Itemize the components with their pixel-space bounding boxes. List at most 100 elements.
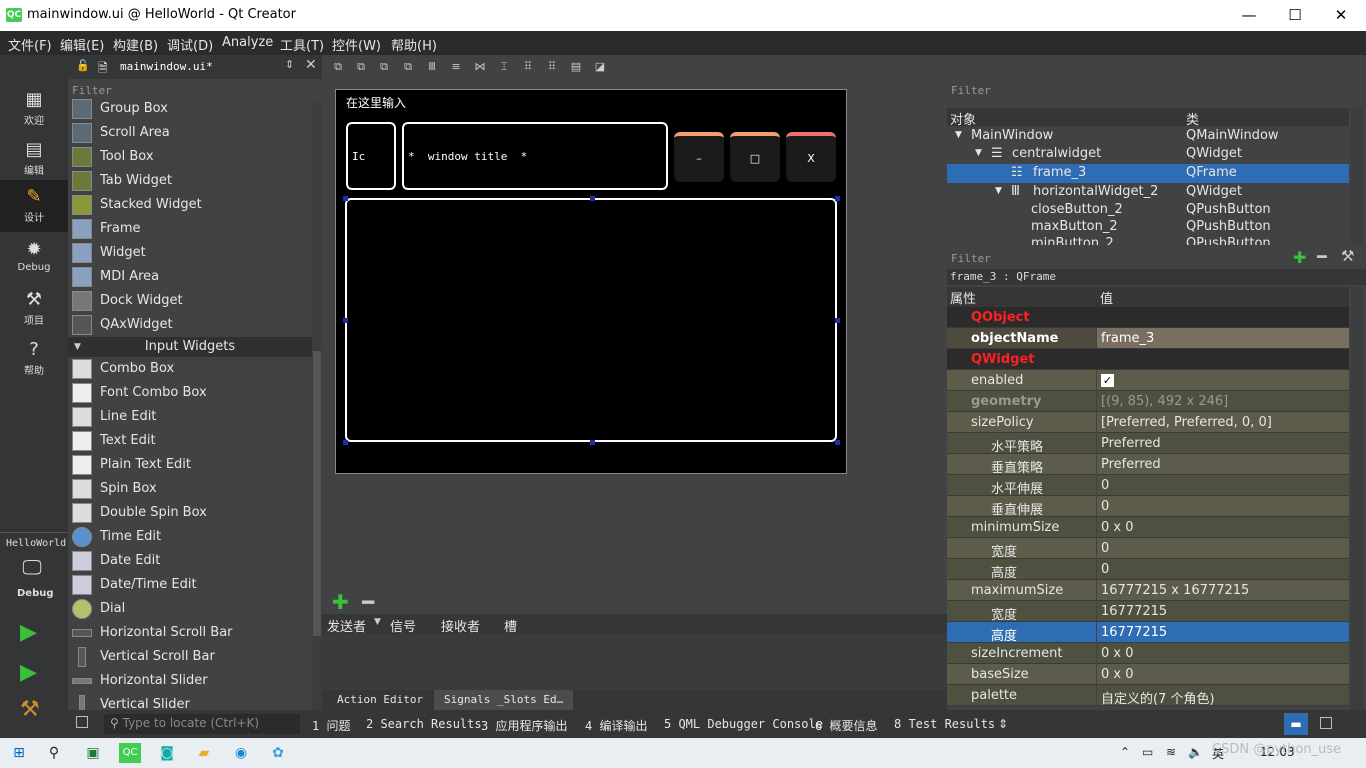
tree-row-frame-3[interactable]: ☷ frame_3 QFrame: [947, 164, 1349, 183]
close-file-icon[interactable]: ✕: [305, 57, 317, 73]
header-property[interactable]: 属性: [950, 288, 976, 307]
widget-item-spin-box[interactable]: Spin Box: [68, 477, 312, 501]
layout-vsplitter-icon[interactable]: ⌶: [496, 59, 512, 75]
widget-item-scroll-area[interactable]: Scroll Area: [68, 121, 312, 145]
tray-arrow-icon[interactable]: ⌃: [1120, 745, 1130, 759]
widget-item-mdi-area[interactable]: MDI Area: [68, 265, 312, 289]
menu-widgets[interactable]: 控件(W): [332, 35, 381, 54]
frame-3[interactable]: [345, 198, 837, 442]
tree-row-horizontalwidget-2[interactable]: ▼ ⅢhorizontalWidget_2 QWidget: [947, 183, 1349, 202]
debug-run-icon[interactable]: ▶: [20, 660, 37, 685]
mode-design[interactable]: ✎ 设计: [0, 180, 68, 232]
qt-creator-taskbar-icon[interactable]: QC: [119, 743, 141, 763]
widget-item-group-box[interactable]: Group Box: [68, 97, 312, 121]
tab-action-editor[interactable]: Action Editor: [327, 690, 433, 710]
remove-icon[interactable]: ━: [362, 590, 374, 614]
menu-placeholder[interactable]: 在这里输入: [346, 94, 406, 111]
header-value[interactable]: 值: [1100, 288, 1113, 307]
widget-item-datetime-edit[interactable]: Date/Time Edit: [68, 573, 312, 597]
icon-label-frame[interactable]: Ic: [346, 122, 396, 190]
prop-minimumsize[interactable]: ▼minimumSize0 x 0: [947, 517, 1349, 538]
resize-handle[interactable]: [343, 318, 348, 323]
toggle-output-icon[interactable]: ▬: [1284, 713, 1308, 735]
scrollbar-thumb[interactable]: [313, 351, 321, 636]
pane-general-messages[interactable]: 6 概要信息: [815, 717, 877, 734]
widget-item-tab-widget[interactable]: Tab Widget: [68, 169, 312, 193]
property-value[interactable]: ✓: [1097, 370, 1349, 391]
property-scrollbar[interactable]: [1351, 287, 1363, 710]
pane-qml-debugger[interactable]: 5 QML Debugger Console: [664, 717, 823, 731]
file-explorer-icon[interactable]: ▰: [193, 743, 215, 763]
resize-handle[interactable]: [590, 440, 595, 445]
property-value[interactable]: 0 x 0: [1097, 517, 1349, 538]
widget-item-dial[interactable]: Dial: [68, 597, 312, 621]
header-class[interactable]: 类: [1186, 109, 1199, 128]
prop-hpolicy[interactable]: 水平策略 Preferred: [947, 433, 1349, 455]
pane-compile-output[interactable]: 4 编译输出: [585, 717, 647, 734]
close-window-button[interactable]: ✕: [1318, 0, 1364, 31]
property-value[interactable]: 0: [1097, 559, 1349, 580]
break-layout-icon[interactable]: ▤: [568, 59, 584, 75]
widget-item-font-combo-box[interactable]: Font Combo Box: [68, 381, 312, 405]
property-value[interactable]: 0 x 0: [1097, 664, 1349, 685]
prop-enabled[interactable]: enabled ✓: [947, 370, 1349, 391]
menu-file[interactable]: 文件(F): [8, 35, 52, 54]
resize-handle[interactable]: [835, 196, 840, 201]
mode-welcome[interactable]: ▦ 欢迎: [0, 83, 68, 133]
excel-icon[interactable]: ▣: [82, 743, 104, 763]
add-property-icon[interactable]: ✚: [1293, 248, 1306, 267]
layout-horizontal-icon[interactable]: Ⅲ: [424, 59, 440, 75]
widget-item-qaxwidget[interactable]: QAxWidget: [68, 313, 312, 337]
prop-hstretch[interactable]: 水平伸展 0: [947, 475, 1349, 497]
widget-item-horizontal-slider[interactable]: Horizontal Slider: [68, 669, 312, 693]
property-value[interactable]: 16777215: [1097, 622, 1349, 643]
pane-test-results[interactable]: 8 Test Results: [894, 717, 995, 731]
header-slot[interactable]: 槽: [504, 616, 517, 635]
widget-item-text-edit[interactable]: Text Edit: [68, 429, 312, 453]
add-icon[interactable]: ✚: [332, 590, 349, 614]
window-title-frame[interactable]: * window title *: [402, 122, 668, 190]
menu-debug[interactable]: 调试(D): [167, 35, 213, 54]
object-inspector-scrollbar[interactable]: [1351, 108, 1363, 245]
form-max-button[interactable]: □: [730, 132, 780, 182]
menu-build[interactable]: 构建(B): [113, 35, 158, 54]
build-hammer-icon[interactable]: ⚒: [20, 697, 40, 722]
prop-geometry[interactable]: ▶geometry[(9, 85), 492 x 246]: [947, 391, 1349, 412]
resize-handle[interactable]: [835, 318, 840, 323]
resize-handle[interactable]: [343, 440, 348, 445]
prop-category-qobject[interactable]: ▼QObject: [947, 307, 1349, 328]
mode-debug[interactable]: ✹ Debug: [0, 233, 68, 283]
lock-icon[interactable]: 🔓: [76, 59, 90, 72]
property-value[interactable]: [Preferred, Preferred, 0, 0]: [1097, 412, 1349, 433]
tree-row-centralwidget[interactable]: ▼ ☰ centralwidget QWidget: [947, 145, 1349, 164]
monitor-icon[interactable]: 🖵: [18, 555, 46, 579]
app-icon[interactable]: ✿: [267, 743, 289, 763]
prop-palette[interactable]: palette 自定义的(7 个角色): [947, 685, 1349, 707]
object-filter-input[interactable]: Filter: [947, 80, 1366, 100]
prop-max-width[interactable]: 宽度 16777215: [947, 601, 1349, 623]
prop-vstretch[interactable]: 垂直伸展 0: [947, 496, 1349, 518]
checkbox-checked[interactable]: ✓: [1101, 374, 1114, 387]
main-window-form[interactable]: 在这里输入 Ic * window title * – □ X: [335, 89, 847, 474]
prop-min-width[interactable]: 宽度 0: [947, 538, 1349, 560]
prop-sizepolicy[interactable]: ▼sizePolicy[Preferred, Preferred, 0, 0]: [947, 412, 1349, 433]
property-value[interactable]: 0: [1097, 475, 1349, 496]
header-signal[interactable]: 信号: [390, 616, 416, 635]
run-icon[interactable]: ▶: [20, 620, 37, 645]
header-sender[interactable]: 发送者: [327, 616, 366, 635]
prop-category-qwidget[interactable]: ▼QWidget: [947, 349, 1349, 370]
menu-analyze[interactable]: Analyze: [222, 35, 273, 50]
widget-item-tool-box[interactable]: Tool Box: [68, 145, 312, 169]
tab-signals-slots[interactable]: Signals _Slots Ed…: [434, 690, 574, 710]
volume-icon[interactable]: 🔈: [1188, 745, 1203, 759]
tree-row-minbutton-2[interactable]: minButton_2 QPushButton: [947, 235, 1349, 245]
layout-vertical-icon[interactable]: ≡: [448, 59, 464, 75]
edit-tab-order-icon[interactable]: ⧉: [400, 59, 416, 75]
edit-signals-icon[interactable]: ⧉: [353, 59, 369, 75]
property-value[interactable]: frame_3: [1097, 328, 1349, 349]
layout-form-icon[interactable]: ⠿: [544, 59, 560, 75]
layout-grid-icon[interactable]: ⠿: [520, 59, 536, 75]
tree-row-mainwindow[interactable]: ▼ MainWindow QMainWindow: [947, 127, 1349, 146]
search-icon[interactable]: ⚲: [43, 743, 65, 763]
layout-hsplitter-icon[interactable]: ⋈: [472, 59, 488, 75]
